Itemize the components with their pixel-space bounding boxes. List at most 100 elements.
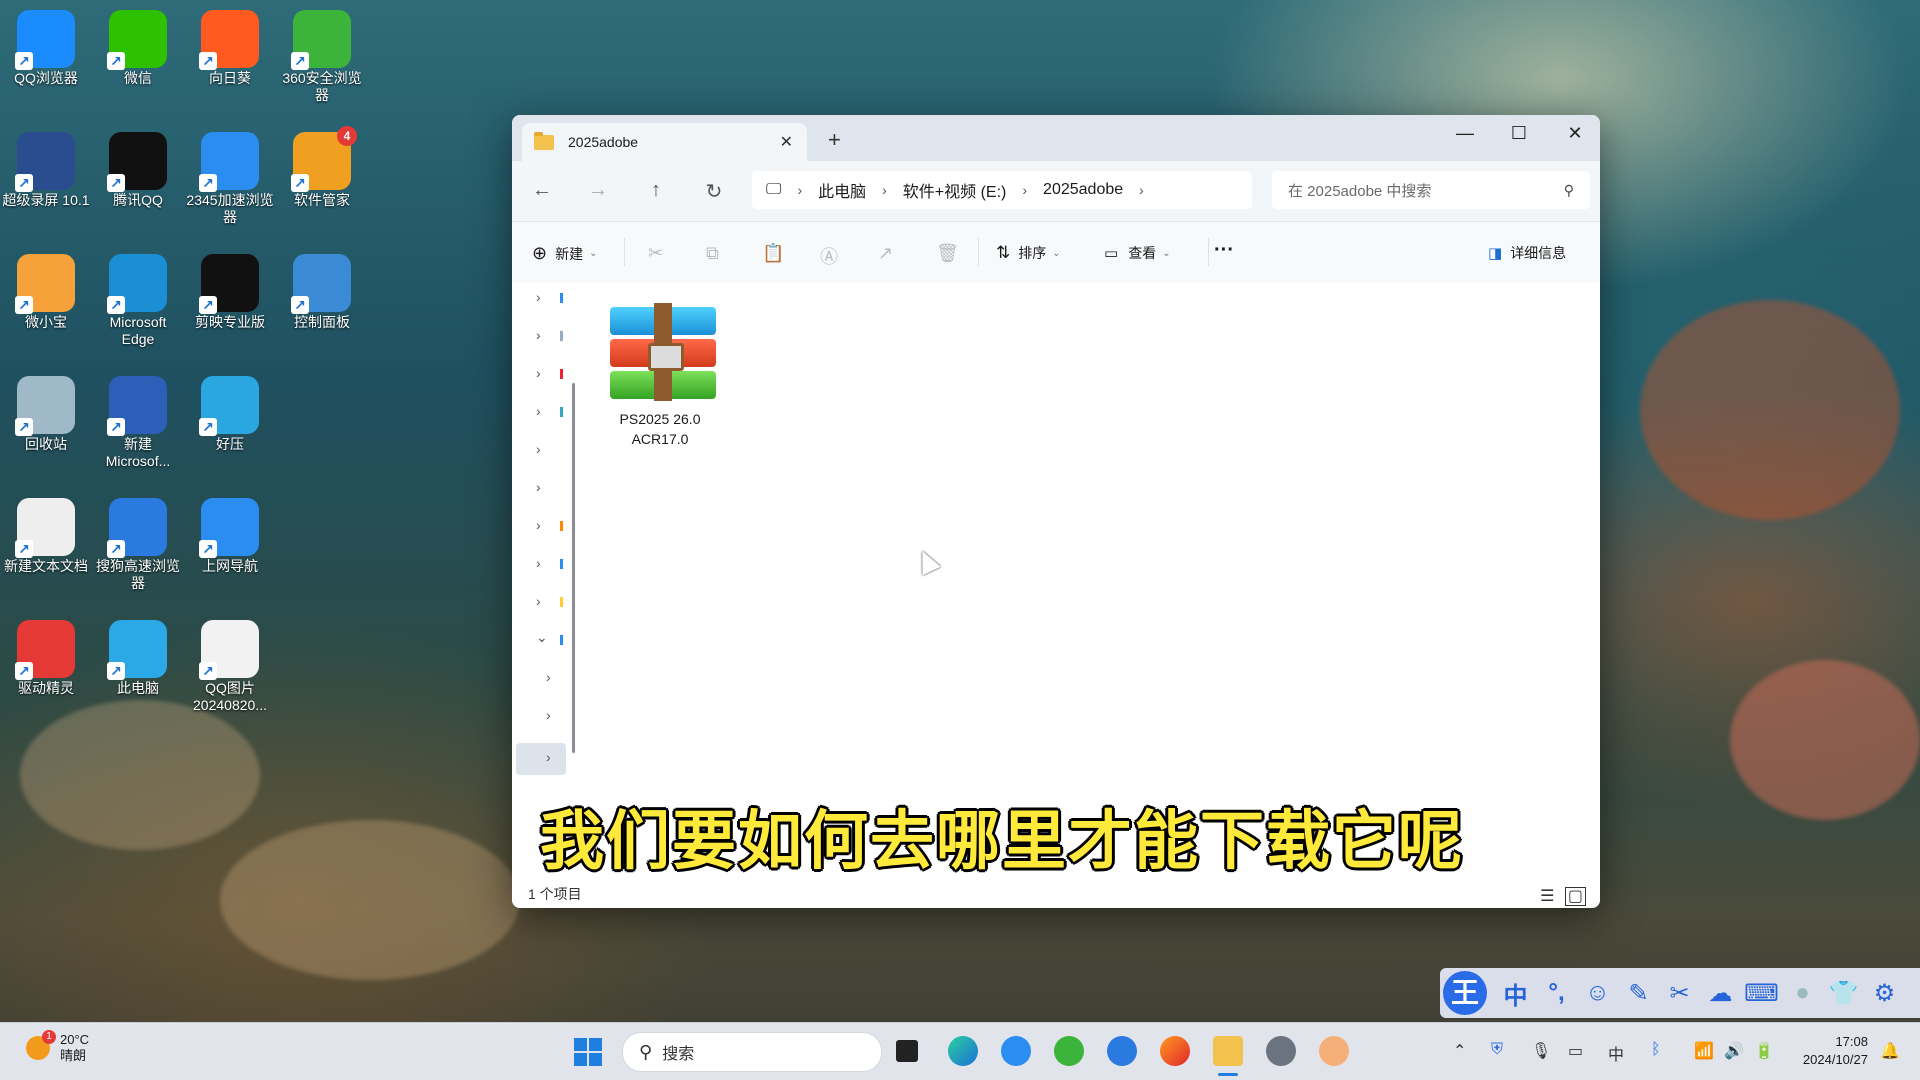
share-button[interactable]: ↗ [878, 243, 893, 264]
desktop-icon[interactable]: ↗ 超级录屏 10.1 [0, 126, 92, 209]
expand-chevron-icon[interactable]: › [546, 707, 551, 723]
emoji-icon[interactable]: ☺ [1577, 979, 1618, 1007]
desktop-icon[interactable]: ↗ 2345加速浏览器 [184, 126, 276, 226]
desktop-icon[interactable]: ↗ 4 软件管家 [276, 126, 368, 209]
desktop-icon[interactable]: ↗ 360安全浏览器 [276, 4, 368, 104]
weather-widget[interactable]: 1 20°C 晴朗 [26, 1030, 89, 1064]
sogou-browser-icon[interactable] [1107, 1036, 1137, 1066]
expand-chevron-icon[interactable]: › [536, 479, 541, 495]
breadcrumb-drive-e[interactable]: 软件+视频 (E:) [903, 178, 1007, 202]
desktop-icon[interactable]: ↗ 回收站 [0, 370, 92, 453]
copy-button[interactable]: ⧉ [706, 243, 719, 264]
details-pane-button[interactable]: ◨ 详细信息 [1488, 243, 1566, 263]
desktop-icon[interactable]: ↗ 搜狗高速浏览器 [92, 492, 184, 592]
user-icon[interactable]: ● [1782, 979, 1823, 1007]
sort-button[interactable]: ⇅ 排序 ⌄ [996, 243, 1061, 263]
edge-icon[interactable] [948, 1036, 978, 1066]
desktop-icon[interactable]: ↗ 驱动精灵 [0, 614, 92, 697]
360-browser-icon[interactable] [1054, 1036, 1084, 1066]
forward-button[interactable]: → [584, 179, 612, 202]
desktop-icon[interactable]: ↗ 好压 [184, 370, 276, 453]
cloud-icon[interactable]: ☁ [1700, 979, 1741, 1008]
chevron-right-icon[interactable]: › [882, 182, 887, 198]
task-view-icon[interactable] [896, 1040, 918, 1062]
microphone-icon[interactable]: 🎙 [1531, 1041, 1551, 1061]
expand-chevron-icon[interactable]: › [536, 555, 541, 571]
expand-chevron-icon[interactable]: › [536, 441, 541, 457]
skin-icon[interactable]: 👕 [1823, 979, 1864, 1008]
notification-bell-icon[interactable]: 🔔 [1880, 1041, 1900, 1061]
paste-button[interactable]: 📋 [762, 243, 784, 264]
expand-chevron-icon[interactable]: › [536, 327, 541, 343]
cut-button[interactable]: ✂ [648, 243, 663, 264]
desktop-icon[interactable]: ↗ 向日葵 [184, 4, 276, 87]
desktop-icon[interactable]: ↗ 微信 [92, 4, 184, 87]
chevron-right-icon[interactable]: › [1139, 182, 1144, 198]
expand-chevron-icon[interactable]: › [536, 365, 541, 381]
collapse-chevron-icon[interactable]: ⌄ [536, 629, 548, 646]
desktop-icon[interactable]: ↗ 剪映专业版 [184, 248, 276, 331]
file-explorer-icon[interactable] [1213, 1036, 1243, 1066]
new-button[interactable]: ⊕ 新建 ⌄ [532, 243, 597, 264]
close-tab-icon[interactable]: ✕ [780, 132, 793, 152]
refresh-button[interactable]: ↻ [700, 179, 728, 204]
security-icon[interactable]: ⛨ [1491, 1041, 1503, 1059]
minimize-button[interactable]: — [1450, 123, 1480, 144]
desktop-icon[interactable]: ↗ 控制面板 [276, 248, 368, 331]
ie-browser-icon[interactable] [1001, 1036, 1031, 1066]
breadcrumb-this-pc[interactable]: 此电脑 [818, 178, 866, 202]
expand-chevron-icon[interactable]: › [536, 289, 541, 305]
system-clock[interactable]: 17:08 2024/10/27 [1803, 1033, 1868, 1069]
desktop-icon[interactable]: ↗ 新建 Microsof... [92, 370, 184, 470]
ime-tray-icon[interactable]: 中 [1608, 1041, 1624, 1065]
file-item-rar[interactable]: PS2025 26.0 ACR17.0 [610, 303, 716, 449]
desktop-icon[interactable]: ↗ 此电脑 [92, 614, 184, 697]
battery-icon[interactable]: 🔋 [1754, 1041, 1774, 1061]
desktop-icon[interactable]: ↗ Microsoft Edge [92, 248, 184, 348]
maximize-button[interactable]: ☐ [1504, 123, 1534, 144]
desktop-icon[interactable]: ↗ 新建文本文档 [0, 492, 92, 575]
back-button[interactable]: ← [528, 179, 556, 202]
up-button[interactable]: ↑ [642, 179, 670, 202]
taskbar-search[interactable]: ⚲ 搜索 [622, 1032, 882, 1072]
ime-mode-toggle[interactable]: 中 [1495, 976, 1536, 1011]
delete-button[interactable]: 🗑 [936, 243, 959, 264]
gear-icon[interactable]: ⚙ [1864, 979, 1905, 1008]
volume-icon[interactable]: 🔊 [1724, 1041, 1744, 1061]
desktop-icon[interactable]: ↗ 腾讯QQ [92, 126, 184, 209]
search-box[interactable]: 在 2025adobe 中搜索 ⚲ [1272, 171, 1590, 209]
ime-logo[interactable]: 王 [1443, 971, 1487, 1015]
paint-app-icon[interactable] [1319, 1036, 1349, 1066]
display-icon[interactable]: ▭ [1568, 1041, 1583, 1061]
desktop-icon[interactable]: ↗ 微小宝 [0, 248, 92, 331]
bluetooth-icon[interactable]: ᛒ [1651, 1041, 1661, 1059]
settings-icon[interactable] [1266, 1036, 1296, 1066]
wifi-icon[interactable]: 📶 [1694, 1041, 1714, 1061]
rename-button[interactable]: Ⓐ [820, 243, 838, 269]
scissors-icon[interactable]: ✂ [1659, 979, 1700, 1008]
close-window-button[interactable]: ✕ [1560, 123, 1590, 144]
view-button[interactable]: ▭ 查看 ⌄ [1104, 243, 1171, 263]
desktop-icon[interactable]: ↗ 上网导航 [184, 492, 276, 575]
desktop-icon[interactable]: ↗ QQ浏览器 [0, 4, 92, 87]
desktop-icon[interactable]: ↗ QQ图片 20240820... [184, 614, 276, 714]
nav-scrollbar[interactable] [572, 383, 575, 753]
more-options-button[interactable]: ··· [1214, 239, 1234, 262]
keyboard-icon[interactable]: ⌨ [1741, 979, 1782, 1008]
show-hidden-icons-button[interactable]: ⌃ [1453, 1041, 1466, 1061]
firefox-icon[interactable] [1160, 1036, 1190, 1066]
expand-chevron-icon[interactable]: › [536, 517, 541, 533]
expand-chevron-icon[interactable]: › [536, 403, 541, 419]
expand-chevron-icon[interactable]: › [546, 749, 551, 765]
expand-chevron-icon[interactable]: › [546, 669, 551, 685]
address-bar[interactable]: 🖵 › 此电脑 › 软件+视频 (E:) › 2025adobe › [752, 171, 1252, 209]
handwriting-icon[interactable]: ✎ [1618, 979, 1659, 1008]
chevron-right-icon[interactable]: › [1022, 182, 1027, 198]
breadcrumb-2025adobe[interactable]: 2025adobe [1043, 181, 1123, 199]
nav-item-selected[interactable] [516, 743, 566, 775]
tab-2025adobe[interactable]: 2025adobe ✕ [522, 123, 807, 161]
details-view-icon[interactable]: ☰ [1540, 888, 1554, 905]
large-icons-view-icon[interactable]: ▢ [1564, 887, 1586, 906]
punctuation-icon[interactable]: °, [1536, 979, 1577, 1007]
expand-chevron-icon[interactable]: › [536, 593, 541, 609]
